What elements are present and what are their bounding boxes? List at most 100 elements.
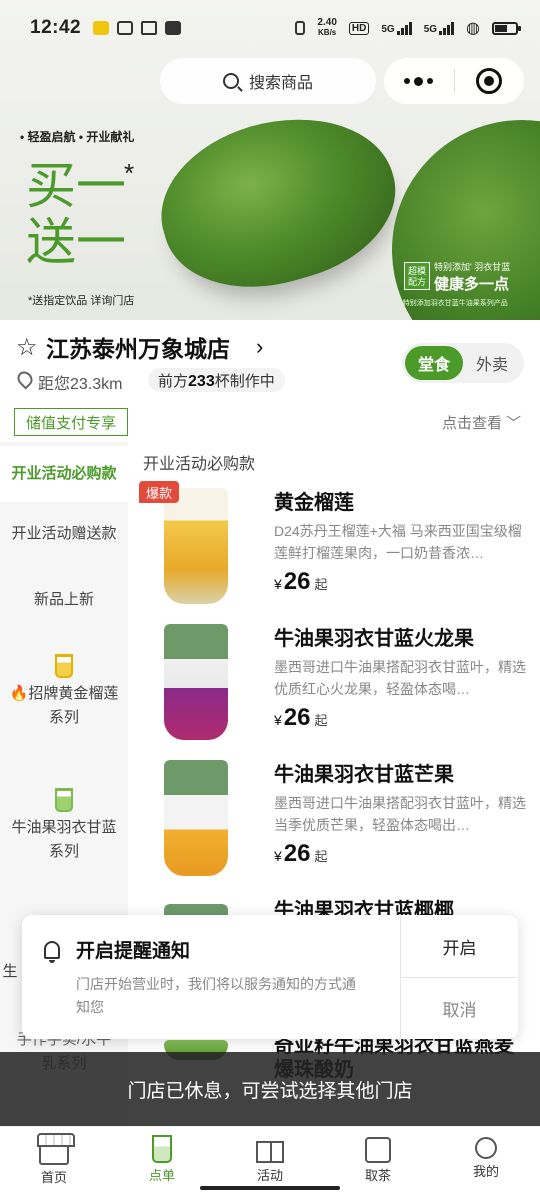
signal-icon bbox=[396, 21, 412, 35]
notification-prompt: 开启提醒通知 门店开始营业时，我们将以服务通知的方式通知您 开启 取消 bbox=[22, 915, 518, 1039]
vibrate-icon bbox=[295, 21, 306, 35]
price-value: 26 bbox=[283, 704, 311, 731]
banner-side-tiny: *特别添加羽衣甘蓝牛油果系列产品 bbox=[400, 300, 508, 307]
banner-headline-line1: 买一 bbox=[26, 157, 126, 215]
currency: ¥ bbox=[274, 576, 282, 592]
status-right: 2.40 KB/s HD 5G 5G ◍ bbox=[295, 18, 521, 38]
bag-icon bbox=[365, 1137, 391, 1163]
queue-prefix: 前方 bbox=[158, 373, 189, 390]
enable-notification-button[interactable]: 开启 bbox=[401, 915, 518, 977]
tab-label: 我的 bbox=[472, 1164, 499, 1179]
tab-activity[interactable]: 活动 bbox=[216, 1127, 324, 1194]
sidebar-item-new[interactable]: 新品上新 bbox=[0, 588, 128, 612]
close-miniprogram-button[interactable] bbox=[455, 68, 525, 94]
banner-star: * bbox=[124, 158, 135, 188]
banner-side-small: 特别添加' 羽衣甘蓝 bbox=[434, 262, 511, 272]
search-bar[interactable]: 搜索商品 bbox=[160, 58, 376, 104]
product-image bbox=[164, 624, 228, 740]
product-desc: 墨西哥进口牛油果搭配羽衣甘蓝叶，精选当季优质芒果，轻盈体态喝出… bbox=[274, 795, 526, 833]
price-suffix: 起 bbox=[314, 849, 328, 864]
tab-mine[interactable]: 我的 bbox=[432, 1127, 540, 1194]
status-bar: 12:42 2.40 KB/s HD 5G 5G ◍ bbox=[0, 0, 540, 56]
signal-2: 5G bbox=[423, 21, 455, 35]
sidebar-item-label: 🔥招牌黄金榴莲系列 bbox=[9, 685, 119, 726]
product-desc: D24苏丹王榴莲+大福 马来西亚国宝级榴莲鲜打榴莲果肉，一口奶昔香浓… bbox=[274, 523, 522, 561]
tab-label: 取茶 bbox=[364, 1168, 391, 1183]
target-icon bbox=[476, 68, 503, 94]
sidebar-item-opening-gift[interactable]: 开业活动赠送款 bbox=[0, 522, 128, 546]
battery-icon bbox=[492, 21, 521, 35]
chevron-right-icon[interactable]: › bbox=[256, 334, 263, 360]
avocado-image bbox=[142, 92, 414, 312]
product-price: ¥26 起 bbox=[274, 568, 328, 596]
cup-icon bbox=[55, 654, 73, 678]
store-name[interactable]: 江苏泰州万象城店 bbox=[46, 330, 230, 364]
gift-icon bbox=[256, 1141, 284, 1163]
banner-side-big: 健康多一点 bbox=[434, 276, 510, 293]
tab-pickup[interactable]: 取茶 bbox=[324, 1127, 432, 1194]
stored-value-pay-tag[interactable]: 储值支付专享 bbox=[14, 408, 128, 436]
signal-icon bbox=[439, 21, 455, 35]
wifi-icon: ◍ bbox=[466, 20, 480, 37]
store-distance: 距您23.3km bbox=[38, 376, 123, 393]
cancel-notification-button[interactable]: 取消 bbox=[401, 977, 518, 1039]
currency: ¥ bbox=[274, 712, 282, 728]
product-image bbox=[164, 760, 228, 876]
sidebar-item-partial[interactable]: 生 bbox=[0, 960, 20, 984]
takeout-tab[interactable]: 外卖 bbox=[463, 351, 521, 375]
miniprogram-capsule bbox=[384, 58, 524, 104]
banner-headline: 买一 送一 bbox=[26, 158, 126, 270]
notification-title: 开启提醒通知 bbox=[76, 941, 191, 962]
tab-order[interactable]: 点单 bbox=[108, 1127, 216, 1194]
favorite-star-icon[interactable]: ☆ bbox=[16, 333, 38, 362]
wechat-icon bbox=[117, 21, 134, 35]
more-menu-icon[interactable] bbox=[384, 76, 454, 86]
product-name: 牛油果羽衣甘蓝芒果 bbox=[274, 764, 454, 786]
price-suffix: 起 bbox=[314, 713, 328, 728]
product-desc: 墨西哥进口牛油果搭配羽衣甘蓝叶，精选优质红心火龙果，轻盈体态喝… bbox=[274, 659, 526, 697]
notification-icons bbox=[93, 21, 182, 35]
category-title: 开业活动必购款 bbox=[143, 456, 256, 473]
product-card[interactable]: 牛油果羽衣甘蓝火龙果 墨西哥进口牛油果搭配羽衣甘蓝叶，精选优质红心火龙果，轻盈体… bbox=[138, 620, 538, 750]
tab-label: 点单 bbox=[148, 1168, 175, 1183]
sim2-label: 5G bbox=[423, 24, 438, 35]
tab-label: 首页 bbox=[40, 1170, 67, 1185]
sidebar-item-durian[interactable]: 🔥招牌黄金榴莲系列 bbox=[0, 654, 128, 730]
app-icon bbox=[165, 21, 182, 35]
tab-home[interactable]: 首页 bbox=[0, 1127, 108, 1194]
net-speed-value: 2.40 bbox=[317, 17, 337, 28]
banner-headline-line2: 送一 bbox=[26, 213, 126, 271]
product-card[interactable]: 牛油果羽衣甘蓝芒果 墨西哥进口牛油果搭配羽衣甘蓝叶，精选当季优质芒果，轻盈体态喝… bbox=[138, 756, 538, 886]
bottom-tabbar: 首页 点单 活动 取茶 我的 bbox=[0, 1126, 540, 1194]
search-icon bbox=[222, 73, 239, 89]
app-notify-icon bbox=[93, 21, 110, 35]
status-time: 12:42 bbox=[30, 17, 82, 38]
dine-in-tab[interactable]: 堂食 bbox=[405, 346, 463, 380]
home-indicator[interactable] bbox=[200, 1186, 340, 1190]
queue-suffix: 杯制作中 bbox=[214, 373, 275, 390]
product-card[interactable]: 爆款 黄金榴莲 D24苏丹王榴莲+大福 马来西亚国宝级榴莲鲜打榴莲果肉，一口奶昔… bbox=[138, 481, 538, 614]
store-closed-toast: 门店已休息，可尝试选择其他门店 bbox=[0, 1052, 540, 1126]
product-name: 黄金榴莲 bbox=[274, 492, 354, 514]
net-speed: 2.40 KB/s bbox=[317, 18, 336, 38]
tab-label: 活动 bbox=[256, 1168, 283, 1183]
banner-tagline: • 轻盈启航 • 开业献礼 bbox=[20, 130, 135, 144]
order-mode-toggle: 堂食 外卖 bbox=[402, 343, 524, 383]
sidebar-item-avocado-kale[interactable]: 牛油果羽衣甘蓝系列 bbox=[0, 788, 128, 864]
queue-status: 前方233杯制作中 bbox=[148, 368, 285, 392]
cup-icon bbox=[55, 788, 73, 812]
view-more-link[interactable]: 点击查看 ﹀ bbox=[442, 412, 521, 433]
search-placeholder: 搜索商品 bbox=[248, 75, 313, 92]
translate-icon bbox=[141, 21, 158, 35]
cup-icon bbox=[152, 1135, 172, 1163]
banner-note: *送指定饮品 详询门店 bbox=[28, 295, 135, 307]
hot-badge: 爆款 bbox=[139, 481, 179, 503]
notification-body: 门店开始营业时，我们将以服务通知的方式通知您 bbox=[76, 976, 356, 1015]
bell-icon bbox=[44, 941, 60, 963]
hd-icon: HD bbox=[348, 21, 370, 35]
price-value: 26 bbox=[283, 840, 311, 867]
currency: ¥ bbox=[274, 848, 282, 864]
queue-count: 233 bbox=[188, 373, 215, 390]
signal-1: 5G bbox=[381, 21, 412, 35]
sidebar-item-opening-must-buy[interactable]: 开业活动必购款 bbox=[0, 446, 128, 502]
